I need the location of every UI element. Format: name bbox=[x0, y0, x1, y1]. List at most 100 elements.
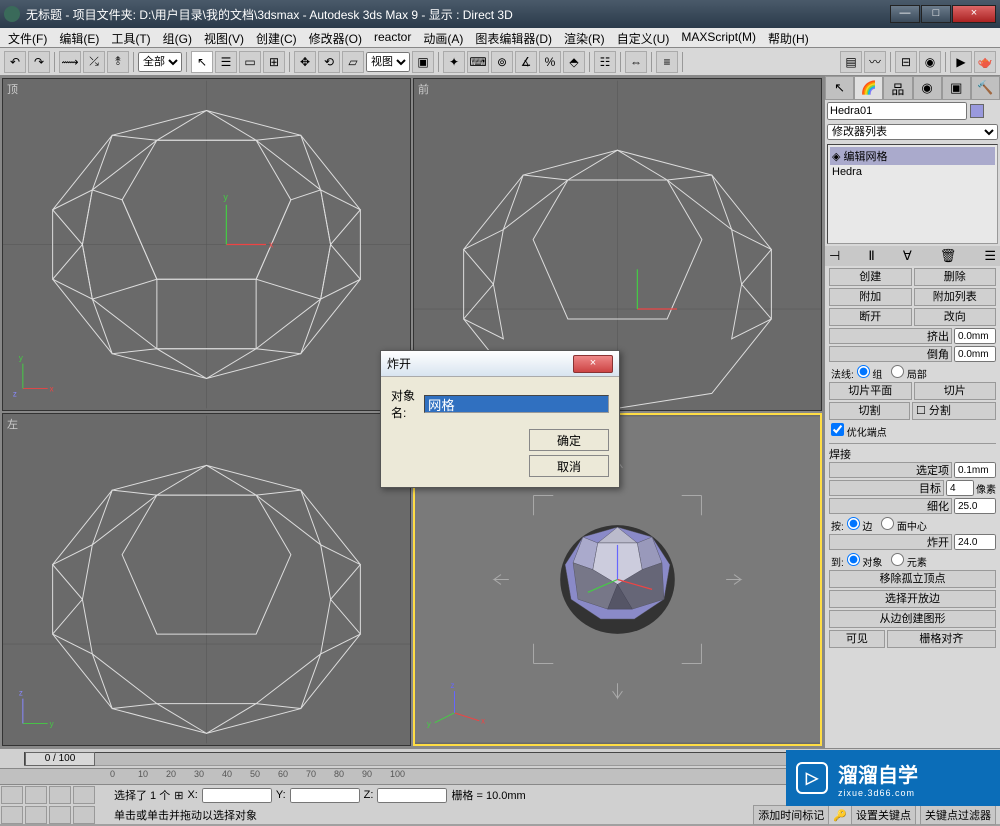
grid-align-button[interactable]: 栅格对齐 bbox=[887, 630, 996, 648]
spinner-snap-button[interactable]: ⬘ bbox=[563, 51, 585, 73]
weld-selected-spinner[interactable] bbox=[954, 462, 996, 478]
hierarchy-tab[interactable]: 品 bbox=[883, 76, 912, 100]
utilities-tab[interactable]: 🔨 bbox=[971, 76, 1000, 100]
menu-file[interactable]: 文件(F) bbox=[2, 28, 53, 47]
z-coord-field[interactable] bbox=[377, 788, 447, 803]
select-name-button[interactable]: ☰ bbox=[215, 51, 237, 73]
menu-tools[interactable]: 工具(T) bbox=[105, 28, 156, 47]
split-checkbox[interactable]: ☐ 分割 bbox=[912, 402, 996, 420]
quick-render-button[interactable]: 🫖 bbox=[974, 51, 996, 73]
normals-group-radio[interactable]: 组 bbox=[857, 370, 883, 381]
chamfer-button[interactable]: 倒角 bbox=[829, 346, 952, 362]
move-button[interactable]: ✥ bbox=[294, 51, 316, 73]
minimize-button[interactable]: — bbox=[890, 5, 920, 23]
remove-iso-button[interactable]: 移除孤立顶点 bbox=[829, 570, 996, 588]
extrude-spinner[interactable] bbox=[954, 328, 996, 344]
viewport-left[interactable]: 左 yz bbox=[2, 413, 411, 746]
x-coord-field[interactable] bbox=[202, 788, 272, 803]
status-btn-7[interactable] bbox=[49, 806, 71, 824]
material-button[interactable]: ◉ bbox=[919, 51, 941, 73]
selection-filter[interactable]: 全部 bbox=[138, 52, 182, 72]
delete-button[interactable]: 删除 bbox=[914, 268, 997, 286]
menu-help[interactable]: 帮助(H) bbox=[762, 28, 815, 47]
by-face-center-radio[interactable]: 面中心 bbox=[881, 522, 927, 533]
display-tab[interactable]: ▣ bbox=[942, 76, 971, 100]
by-edge-radio[interactable]: 边 bbox=[847, 522, 873, 533]
menu-render[interactable]: 渲染(R) bbox=[558, 28, 611, 47]
menu-edit[interactable]: 编辑(E) bbox=[53, 28, 105, 47]
to-object-radio[interactable]: 对象 bbox=[847, 558, 883, 569]
menu-group[interactable]: 组(G) bbox=[157, 28, 198, 47]
select-button[interactable]: ↖ bbox=[191, 51, 213, 73]
cut-button[interactable]: 切割 bbox=[829, 402, 910, 420]
manipulate-button[interactable]: ✦ bbox=[443, 51, 465, 73]
close-button[interactable]: × bbox=[952, 5, 996, 23]
explode-button[interactable]: 炸开 bbox=[829, 534, 952, 550]
status-btn-2[interactable] bbox=[25, 786, 47, 804]
mirror-button[interactable]: ⇔ bbox=[625, 51, 647, 73]
slice-plane-button[interactable]: 切片平面 bbox=[829, 382, 912, 400]
render-scene-button[interactable]: ▶ bbox=[950, 51, 972, 73]
cancel-button[interactable]: 取消 bbox=[529, 455, 609, 477]
extrude-button[interactable]: 挤出 bbox=[829, 328, 952, 344]
status-btn-3[interactable] bbox=[49, 786, 71, 804]
maximize-button[interactable]: □ bbox=[921, 5, 951, 23]
add-time-tag[interactable]: 添加时间标记 bbox=[753, 805, 829, 825]
angle-snap-button[interactable]: ∡ bbox=[515, 51, 537, 73]
object-name-input[interactable] bbox=[424, 395, 609, 413]
to-element-radio[interactable]: 元素 bbox=[891, 558, 927, 569]
align-button[interactable]: ≡ bbox=[656, 51, 678, 73]
make-unique-icon[interactable]: ∀ bbox=[903, 248, 912, 264]
pivot-button[interactable]: ▣ bbox=[412, 51, 434, 73]
modifier-stack[interactable]: ◈ 编辑网格 Hedra bbox=[827, 144, 998, 244]
window-crossing-button[interactable]: ⊞ bbox=[263, 51, 285, 73]
menu-maxscript[interactable]: MAXScript(M) bbox=[675, 28, 762, 47]
show-result-icon[interactable]: Ⅱ bbox=[868, 248, 874, 264]
select-region-button[interactable]: ▭ bbox=[239, 51, 261, 73]
tessellate-spinner[interactable] bbox=[954, 498, 996, 514]
rotate-button[interactable]: ⟲ bbox=[318, 51, 340, 73]
scale-button[interactable]: ▱ bbox=[342, 51, 364, 73]
pin-stack-icon[interactable]: ⊣ bbox=[829, 248, 840, 264]
weld-target-spinner[interactable] bbox=[946, 480, 974, 496]
stack-item-hedra[interactable]: Hedra bbox=[830, 165, 995, 179]
motion-tab[interactable]: ◉ bbox=[913, 76, 942, 100]
link-button[interactable]: ⟿ bbox=[59, 51, 81, 73]
object-color-swatch[interactable] bbox=[970, 104, 984, 118]
remove-mod-icon[interactable]: 🗑 bbox=[940, 248, 957, 264]
menu-views[interactable]: 视图(V) bbox=[198, 28, 250, 47]
keyboard-button[interactable]: ⌨ bbox=[467, 51, 489, 73]
visible-button[interactable]: 可见 bbox=[829, 630, 885, 648]
curve-editor-button[interactable]: 〰 bbox=[864, 51, 886, 73]
time-slider-thumb[interactable]: 0 / 100 bbox=[25, 752, 95, 766]
percent-snap-button[interactable]: % bbox=[539, 51, 561, 73]
attach-button[interactable]: 附加 bbox=[829, 288, 912, 306]
status-btn-1[interactable] bbox=[1, 786, 23, 804]
bind-button[interactable]: ⥉ bbox=[107, 51, 129, 73]
unlink-button[interactable]: ⤰ bbox=[83, 51, 105, 73]
explode-spinner[interactable] bbox=[954, 534, 996, 550]
create-shape-button[interactable]: 从边创建图形 bbox=[829, 610, 996, 628]
snap-button[interactable]: ⊚ bbox=[491, 51, 513, 73]
menu-reactor[interactable]: reactor bbox=[368, 28, 417, 47]
status-btn-6[interactable] bbox=[25, 806, 47, 824]
schematic-button[interactable]: ⊟ bbox=[895, 51, 917, 73]
tessellate-button[interactable]: 细化 bbox=[829, 498, 952, 514]
status-btn-5[interactable] bbox=[1, 806, 23, 824]
normals-local-radio[interactable]: 局部 bbox=[891, 370, 927, 381]
dialog-close-button[interactable]: × bbox=[573, 355, 613, 373]
create-button[interactable]: 创建 bbox=[829, 268, 912, 286]
key-filter-button[interactable]: 关键点过滤器 bbox=[920, 805, 996, 825]
status-btn-8[interactable] bbox=[73, 806, 95, 824]
weld-selected-button[interactable]: 选定项 bbox=[829, 462, 952, 478]
menu-customize[interactable]: 自定义(U) bbox=[611, 28, 676, 47]
reverse-button[interactable]: 改向 bbox=[914, 308, 997, 326]
status-btn-4[interactable] bbox=[73, 786, 95, 804]
menu-animation[interactable]: 动画(A) bbox=[417, 28, 469, 47]
menu-graph[interactable]: 图表编辑器(D) bbox=[469, 28, 558, 47]
menu-modifiers[interactable]: 修改器(O) bbox=[303, 28, 368, 47]
refine-checkbox[interactable]: 优化端点 bbox=[831, 428, 887, 439]
menu-create[interactable]: 创建(C) bbox=[250, 28, 303, 47]
named-sel-button[interactable]: ☷ bbox=[594, 51, 616, 73]
detach-button[interactable]: 断开 bbox=[829, 308, 912, 326]
